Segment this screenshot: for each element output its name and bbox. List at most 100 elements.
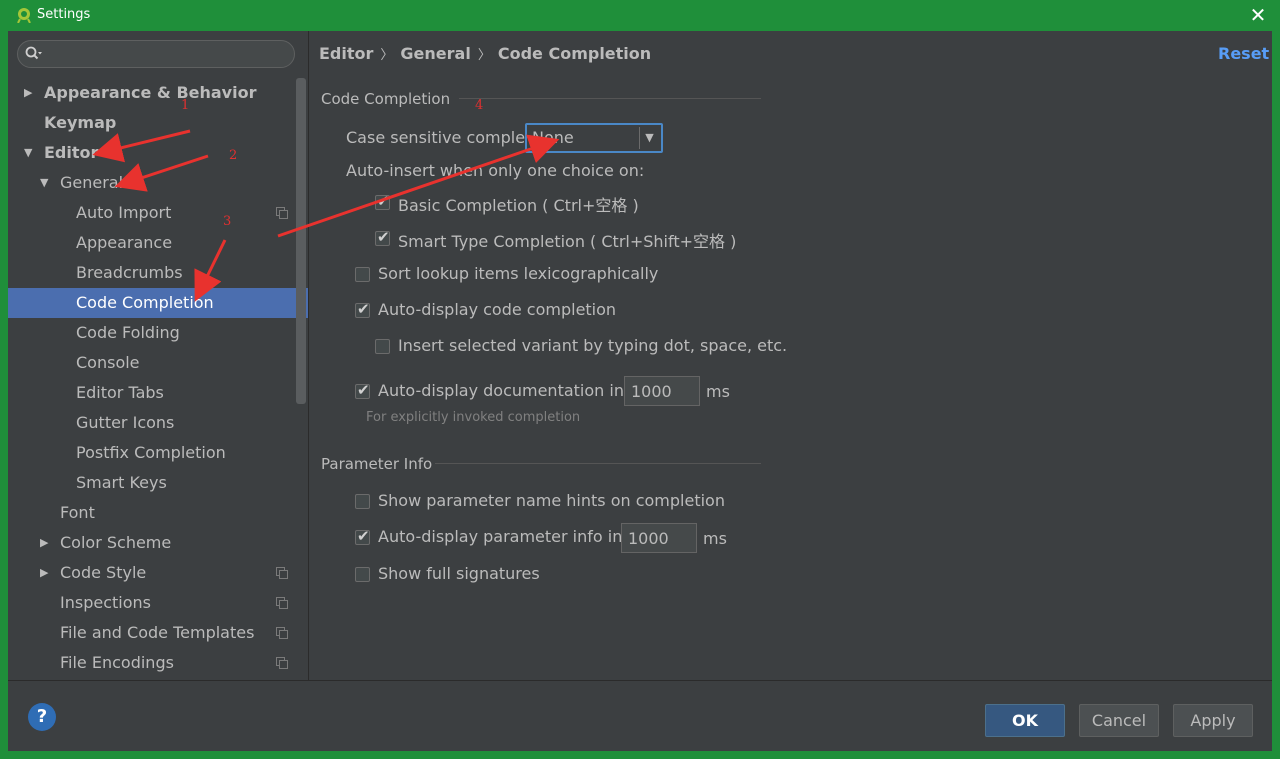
tree-item-editor-tabs[interactable]: Editor Tabs — [8, 378, 308, 408]
checkbox-box[interactable] — [355, 567, 370, 582]
search-input[interactable] — [17, 40, 295, 68]
checkbox-box[interactable]: ✔ — [375, 228, 390, 246]
tree-item-label: Editor Tabs — [76, 383, 164, 402]
check-icon: ✔ — [377, 228, 390, 246]
tree-item-label: Breadcrumbs — [76, 263, 183, 282]
chevron-right-icon[interactable]: ▶ — [24, 78, 36, 108]
settings-body: ▶ Appearance & Behavior Keymap ▼ Editor ▼ Gene… — [8, 31, 1272, 751]
tree-item-label: Code Style — [60, 563, 147, 582]
annotation-number-3: 3 — [223, 214, 232, 229]
tree-item-label: Console — [76, 353, 140, 372]
chevron-down-icon[interactable]: ▼ — [24, 138, 36, 168]
tree-item-label: Inspections — [60, 593, 151, 612]
tree-item-code-completion[interactable]: Code Completion — [8, 288, 308, 318]
tree-item-inspections[interactable]: Inspections — [8, 588, 308, 618]
tree-item-label: General — [60, 173, 124, 192]
chevron-right-icon[interactable]: ▶ — [40, 528, 52, 558]
show-param-hints-label: Show parameter name hints on completion — [378, 491, 725, 510]
cancel-button[interactable]: Cancel — [1079, 704, 1159, 737]
tree-item-keymap[interactable]: Keymap — [8, 108, 308, 138]
title-bar: Settings ✕ — [0, 0, 1280, 31]
window-title: Settings — [37, 7, 91, 22]
breadcrumb-separator: 〉 — [477, 48, 491, 63]
checkbox-box[interactable]: ✔ — [355, 527, 370, 545]
auto-display-completion-label: Auto-display code completion — [378, 300, 617, 319]
settings-sidebar: ▶ Appearance & Behavior Keymap ▼ Editor ▼ Gene… — [8, 31, 308, 680]
checkbox-box[interactable] — [375, 339, 390, 354]
param-delay-unit: ms — [703, 529, 727, 548]
tree-item-label: File Encodings — [60, 653, 174, 672]
tree-item-font[interactable]: Font — [8, 498, 308, 528]
docs-hint: For explicitly invoked completion — [366, 410, 581, 425]
tree-item-label: Appearance & Behavior — [44, 83, 257, 102]
tree-item-breadcrumbs[interactable]: Breadcrumbs — [8, 258, 308, 288]
checkbox-box[interactable]: ✔ — [355, 300, 370, 318]
chevron-down-icon[interactable]: ▼ — [639, 127, 659, 149]
tree-item-auto-import[interactable]: Auto Import — [8, 198, 308, 228]
chevron-right-icon[interactable]: ▶ — [40, 558, 52, 588]
auto-insert-label: Auto-insert when only one choice on: — [346, 161, 645, 180]
tree-item-label: Font — [60, 503, 95, 522]
tree-item-file-and-code-templates[interactable]: File and Code Templates — [8, 618, 308, 648]
project-scope-icon — [276, 207, 288, 219]
docs-delay-input[interactable] — [624, 376, 700, 406]
tree-item-file-encodings[interactable]: File Encodings — [8, 648, 308, 678]
tree-item-gutter-icons[interactable]: Gutter Icons — [8, 408, 308, 438]
smart-type-completion-label: Smart Type Completion ( Ctrl+Shift+空格 ) — [398, 232, 737, 251]
full-signatures-label: Show full signatures — [378, 564, 540, 583]
checkbox-box[interactable]: ✔ — [355, 381, 370, 399]
tree-item-color-scheme[interactable]: ▶ Color Scheme — [8, 528, 308, 558]
checkbox-box[interactable]: ✔ — [375, 192, 390, 210]
tree-item-label: Color Scheme — [60, 533, 172, 552]
sidebar-scrollbar[interactable] — [296, 78, 306, 404]
breadcrumb: Editor 〉 General 〉 Code Completion — [319, 44, 651, 63]
tree-item-code-style[interactable]: ▶ Code Style — [8, 558, 308, 588]
tree-item-smart-keys[interactable]: Smart Keys — [8, 468, 308, 498]
project-scope-icon — [276, 657, 288, 669]
section-title-parameter-info: Parameter Info — [321, 455, 433, 473]
auto-display-docs-label: Auto-display documentation in — [378, 381, 624, 400]
chevron-down-icon[interactable]: ▼ — [40, 168, 52, 198]
close-icon[interactable]: ✕ — [1246, 3, 1270, 27]
checkbox-box[interactable] — [355, 267, 370, 282]
tree-item-label: Code Folding — [76, 323, 180, 342]
apply-button[interactable]: Apply — [1173, 704, 1253, 737]
check-icon: ✔ — [357, 381, 370, 399]
tree-item-editor[interactable]: ▼ Editor — [8, 138, 308, 168]
tree-item-general[interactable]: ▼ General — [8, 168, 308, 198]
auto-display-param-label: Auto-display parameter info in — [378, 527, 623, 546]
reset-button[interactable]: Reset — [1218, 44, 1269, 63]
check-icon: ✔ — [377, 192, 390, 210]
tree-item-code-folding[interactable]: Code Folding — [8, 318, 308, 348]
android-studio-icon — [17, 8, 31, 23]
tree-item-label: Editor — [44, 143, 99, 162]
help-icon[interactable]: ? — [28, 703, 56, 731]
tree-item-label: Smart Keys — [76, 473, 167, 492]
check-icon: ✔ — [357, 300, 370, 318]
tree-item-appearance[interactable]: Appearance — [8, 228, 308, 258]
ok-button[interactable]: OK — [985, 704, 1065, 737]
tree-item-label: Keymap — [44, 113, 117, 132]
tree-item-console[interactable]: Console — [8, 348, 308, 378]
search-icon — [25, 46, 42, 60]
param-delay-input[interactable] — [621, 523, 697, 553]
footer-divider — [8, 680, 1272, 681]
breadcrumb-separator: 〉 — [380, 48, 394, 63]
sort-lookup-label: Sort lookup items lexicographically — [378, 264, 659, 283]
settings-window: Settings ✕ ▶ Appearance & Behavior Keymap ▼… — [0, 0, 1280, 759]
basic-completion-label: Basic Completion ( Ctrl+空格 ) — [398, 196, 639, 215]
breadcrumb-general: General — [400, 44, 471, 63]
project-scope-icon — [276, 627, 288, 639]
checkbox-box[interactable] — [355, 494, 370, 509]
case-sensitive-value: None — [532, 128, 574, 147]
tree-item-label: Postfix Completion — [76, 443, 226, 462]
tree-item-appearance-behavior[interactable]: ▶ Appearance & Behavior — [8, 78, 308, 108]
tree-item-label: Auto Import — [76, 203, 172, 222]
tree-item-label: Code Completion — [76, 293, 214, 312]
tree-item-postfix-completion[interactable]: Postfix Completion — [8, 438, 308, 468]
case-sensitive-select[interactable]: None ▼ — [525, 123, 663, 153]
annotation-number-1: 1 — [181, 98, 190, 113]
check-icon: ✔ — [357, 527, 370, 545]
settings-content: Editor 〉 General 〉 Code Completion Reset Cod… — [309, 31, 1272, 680]
tree-item-label: Gutter Icons — [76, 413, 175, 432]
